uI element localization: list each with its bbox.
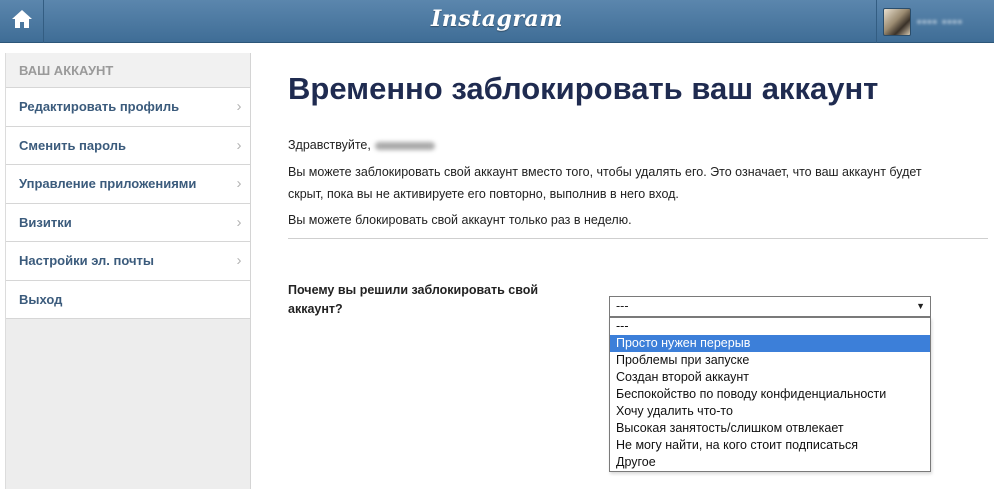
reason-select-value: --- <box>616 299 629 313</box>
sidebar-item-email-settings[interactable]: Настройки эл. почты › <box>6 242 250 281</box>
avatar[interactable] <box>883 7 911 36</box>
greeting-label: Здравствуйте, <box>288 138 371 152</box>
question-line: Почему вы решили заблокировать свой <box>288 283 539 297</box>
greeting-text: Здравствуйте, <box>288 134 978 156</box>
reason-option-cant-find-people[interactable]: Не могу найти, на кого стоит подписаться <box>610 437 930 454</box>
reason-option-other[interactable]: Другое <box>610 454 930 471</box>
weekly-limit-text: Вы можете блокировать свой аккаунт тольк… <box>288 213 632 227</box>
chevron-right-icon: › <box>236 98 242 116</box>
reason-option-need-break[interactable]: Просто нужен перерыв <box>610 335 930 352</box>
question-line: аккаунт? <box>288 302 343 316</box>
description-paragraph: Вы можете заблокировать свой аккаунт вме… <box>288 161 978 205</box>
description-line: Вы можете заблокировать свой аккаунт вме… <box>288 165 922 179</box>
sidebar-item-label: Настройки эл. почты <box>19 253 155 269</box>
sidebar-item-nametags[interactable]: Визитки › <box>6 203 250 242</box>
page-title: Временно заблокировать ваш аккаунт <box>288 71 879 106</box>
chevron-right-icon: › <box>236 136 242 154</box>
sidebar-heading: ВАШ АККАУНТ <box>6 53 250 88</box>
sidebar-item-label: Редактировать профиль <box>19 99 180 115</box>
reason-option-empty[interactable]: --- <box>610 318 930 335</box>
sidebar-item-label: Выход <box>19 291 63 307</box>
reason-option-second-account[interactable]: Создан второй аккаунт <box>610 369 930 386</box>
sidebar: ВАШ АККАУНТ Редактировать профиль › Смен… <box>5 53 251 489</box>
reason-dropdown-list: --- Просто нужен перерыв Проблемы при за… <box>609 317 931 472</box>
divider <box>288 238 988 239</box>
instagram-logo[interactable]: Instagram <box>0 6 994 32</box>
reason-select[interactable]: --- ▼ <box>609 296 931 317</box>
dropdown-arrow-icon[interactable]: ▼ <box>916 297 925 316</box>
sidebar-item-manage-apps[interactable]: Управление приложениями › <box>6 165 250 204</box>
username: •••• •••• <box>917 14 963 29</box>
reason-option-privacy-concerns[interactable]: Беспокойство по поводу конфиденциальност… <box>610 386 930 403</box>
reason-option-trouble-getting-started[interactable]: Проблемы при запуске <box>610 352 930 369</box>
sidebar-item-label: Визитки <box>19 214 72 230</box>
redacted-username <box>374 141 435 150</box>
sidebar-item-label: Сменить пароль <box>19 137 126 153</box>
sidebar-item-logout[interactable]: Выход <box>6 280 250 319</box>
description-line: скрыт, пока вы не активируете его повтор… <box>288 187 679 201</box>
user-menu[interactable]: •••• •••• <box>876 0 994 43</box>
chevron-right-icon: › <box>236 213 242 231</box>
chevron-right-icon: › <box>236 175 242 193</box>
reason-option-too-busy[interactable]: Высокая занятость/слишком отвлекает <box>610 420 930 437</box>
chevron-right-icon: › <box>236 252 242 270</box>
sidebar-item-edit-profile[interactable]: Редактировать профиль › <box>6 88 250 127</box>
sidebar-item-change-password[interactable]: Сменить пароль › <box>6 126 250 165</box>
reason-question-label: Почему вы решили заблокировать свой акка… <box>288 281 588 319</box>
top-bar: Instagram •••• •••• <box>0 0 994 43</box>
sidebar-item-label: Управление приложениями <box>19 176 197 192</box>
reason-option-remove-something[interactable]: Хочу удалить что-то <box>610 403 930 420</box>
